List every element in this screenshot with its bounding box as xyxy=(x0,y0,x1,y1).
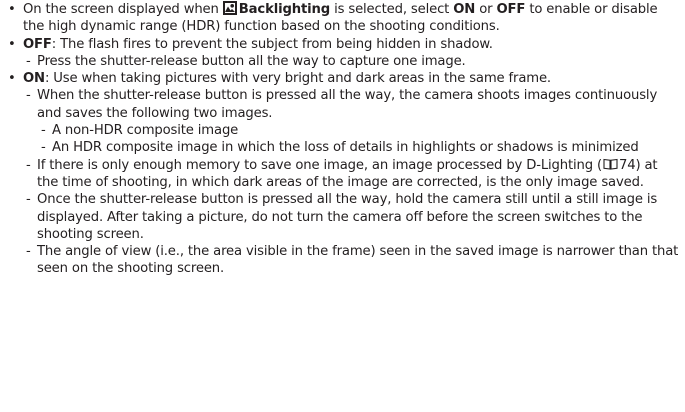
on-sub-sub-text-a: A non-HDR composite image xyxy=(52,123,239,139)
on-sub-sub-item-a: A non-HDR composite image xyxy=(6,122,682,140)
intro-bullet: On the screen displayed when Backlightin… xyxy=(6,1,682,36)
on-sub-item-4: The angle of view (i.e., the area visibl… xyxy=(6,243,682,278)
on-bullet: ON: Use when taking pictures with very b… xyxy=(6,70,682,88)
on-sub-text-4: The angle of view (i.e., the area visibl… xyxy=(37,244,679,277)
on-keyword: ON xyxy=(453,2,476,17)
on-sub-item-1: When the shutter-release button is press… xyxy=(6,87,682,122)
on-description: : Use when taking pictures with very bri… xyxy=(44,71,551,87)
intro-text-2: is selected, select xyxy=(334,2,450,17)
off-sub-text: Press the shutter-release button all the… xyxy=(37,53,466,69)
manual-page: On the screen displayed when Backlightin… xyxy=(6,1,682,278)
scene-name-backlighting: Backlighting xyxy=(238,2,331,17)
on-sub-item-3: Once the shutter-release button is press… xyxy=(6,191,682,243)
on-sub-item-2: If there is only enough memory to save o… xyxy=(6,157,682,192)
on-sub-text-2a: If there is only enough memory to save o… xyxy=(37,157,602,173)
backlighting-scene-icon xyxy=(222,1,237,15)
off-label: OFF xyxy=(23,36,52,52)
off-sub-item: Press the shutter-release button all the… xyxy=(6,53,682,71)
on-sub-text-3: Once the shutter-release button is press… xyxy=(37,192,658,242)
on-sub-text-1: When the shutter-release button is press… xyxy=(37,88,658,121)
reference-page-number[interactable]: 74 xyxy=(619,158,636,173)
off-description: : The flash fires to prevent the subject… xyxy=(51,36,493,52)
intro-text-3: or xyxy=(479,2,493,17)
on-sub-sub-item-b: An HDR composite image in which the loss… xyxy=(6,139,682,157)
on-sub-sub-text-b: An HDR composite image in which the loss… xyxy=(52,140,639,156)
off-bullet: OFF: The flash fires to prevent the subj… xyxy=(6,36,682,54)
intro-text-1: On the screen displayed when xyxy=(23,2,219,17)
book-reference-icon xyxy=(603,158,618,170)
off-keyword: OFF xyxy=(496,2,526,17)
on-label: ON xyxy=(23,71,45,87)
